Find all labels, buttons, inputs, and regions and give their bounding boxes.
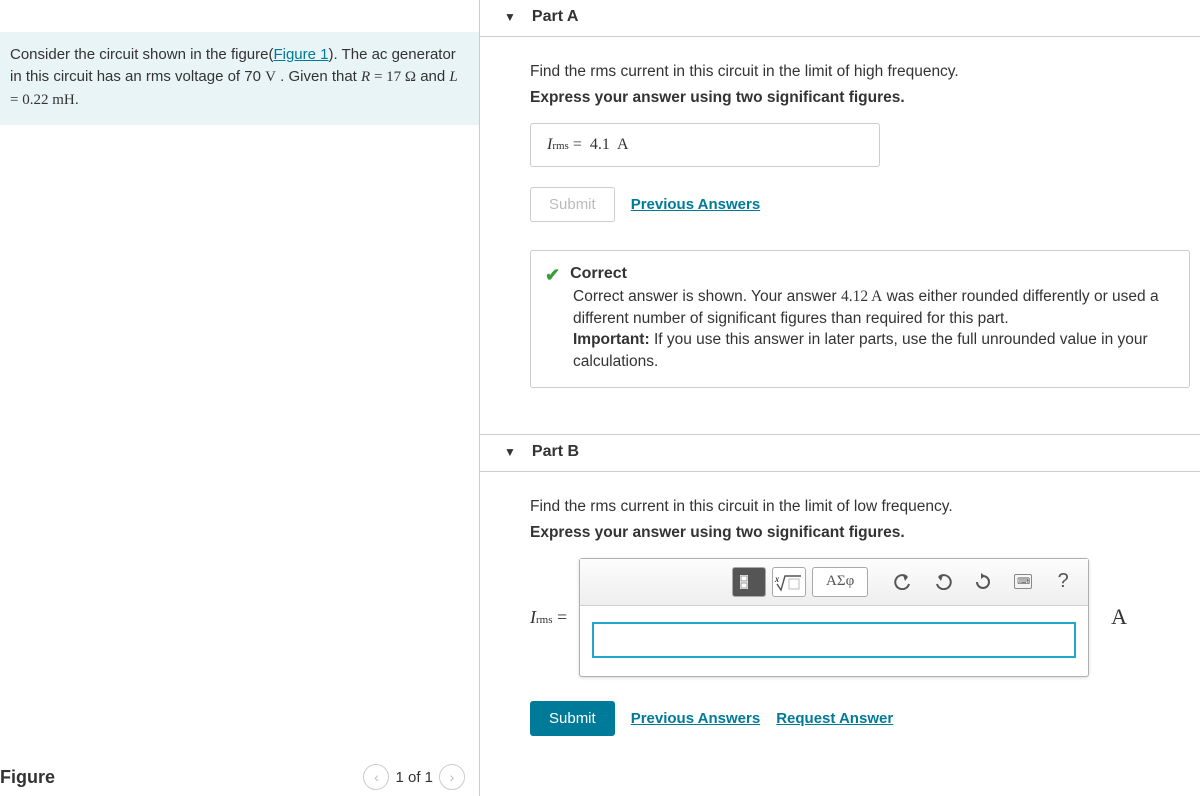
- feedback-title: Correct: [570, 265, 627, 283]
- caret-down-icon: ▼: [504, 10, 516, 24]
- greek-symbols-button[interactable]: ΑΣφ: [812, 567, 868, 597]
- figure-prev-button[interactable]: ‹: [363, 764, 389, 790]
- figure-next-button[interactable]: ›: [439, 764, 465, 790]
- part-a-submit-button: Submit: [530, 187, 615, 222]
- part-a-instruction: Express your answer using two significan…: [530, 89, 1200, 107]
- part-a-header[interactable]: ▼ Part A: [480, 0, 1200, 37]
- problem-statement: Consider the circuit shown in the figure…: [0, 32, 479, 125]
- figure-title: Figure: [0, 767, 55, 788]
- figure-pager: 1 of 1: [395, 769, 433, 786]
- part-a-title: Part A: [532, 8, 579, 26]
- part-b-prompt: Find the rms current in this circuit in …: [530, 498, 1200, 516]
- part-b-request-answer-link[interactable]: Request Answer: [776, 710, 893, 727]
- part-b-submit-button[interactable]: Submit: [530, 701, 615, 736]
- part-b-previous-answers-link[interactable]: Previous Answers: [631, 710, 761, 727]
- svg-text:x: x: [775, 574, 779, 584]
- reset-button[interactable]: [966, 567, 1000, 597]
- part-b-unit: A: [1111, 604, 1127, 630]
- part-b-instruction: Express your answer using two significan…: [530, 524, 1200, 542]
- part-b-title: Part B: [532, 443, 579, 461]
- part-b-answer-label: Irms =: [530, 607, 567, 628]
- part-a-previous-answers-link[interactable]: Previous Answers: [631, 196, 761, 213]
- template-fraction-button[interactable]: [732, 567, 766, 597]
- undo-button[interactable]: [886, 567, 920, 597]
- keyboard-icon: ⌨: [1014, 574, 1032, 589]
- help-button[interactable]: ?: [1046, 567, 1080, 597]
- redo-button[interactable]: [926, 567, 960, 597]
- template-root-button[interactable]: x: [772, 567, 806, 597]
- equation-toolbar: x ΑΣφ ⌨: [580, 559, 1088, 606]
- part-b-answer-input[interactable]: [592, 622, 1076, 658]
- caret-down-icon: ▼: [504, 445, 516, 459]
- part-a-feedback: ✔ Correct Correct answer is shown. Your …: [530, 250, 1190, 388]
- check-icon: ✔: [545, 265, 560, 286]
- equation-editor: x ΑΣφ ⌨: [579, 558, 1089, 677]
- figure-link[interactable]: Figure 1: [273, 46, 328, 63]
- part-a-answer-display: Irms = 4.1 A: [530, 123, 880, 167]
- figure-panel: Figure ‹ 1 of 1 ›: [0, 764, 479, 796]
- keyboard-button[interactable]: ⌨: [1006, 567, 1040, 597]
- problem-text: Consider the circuit shown in the figure…: [10, 46, 273, 63]
- part-b-header[interactable]: ▼ Part B: [480, 434, 1200, 472]
- part-a-prompt: Find the rms current in this circuit in …: [530, 63, 1200, 81]
